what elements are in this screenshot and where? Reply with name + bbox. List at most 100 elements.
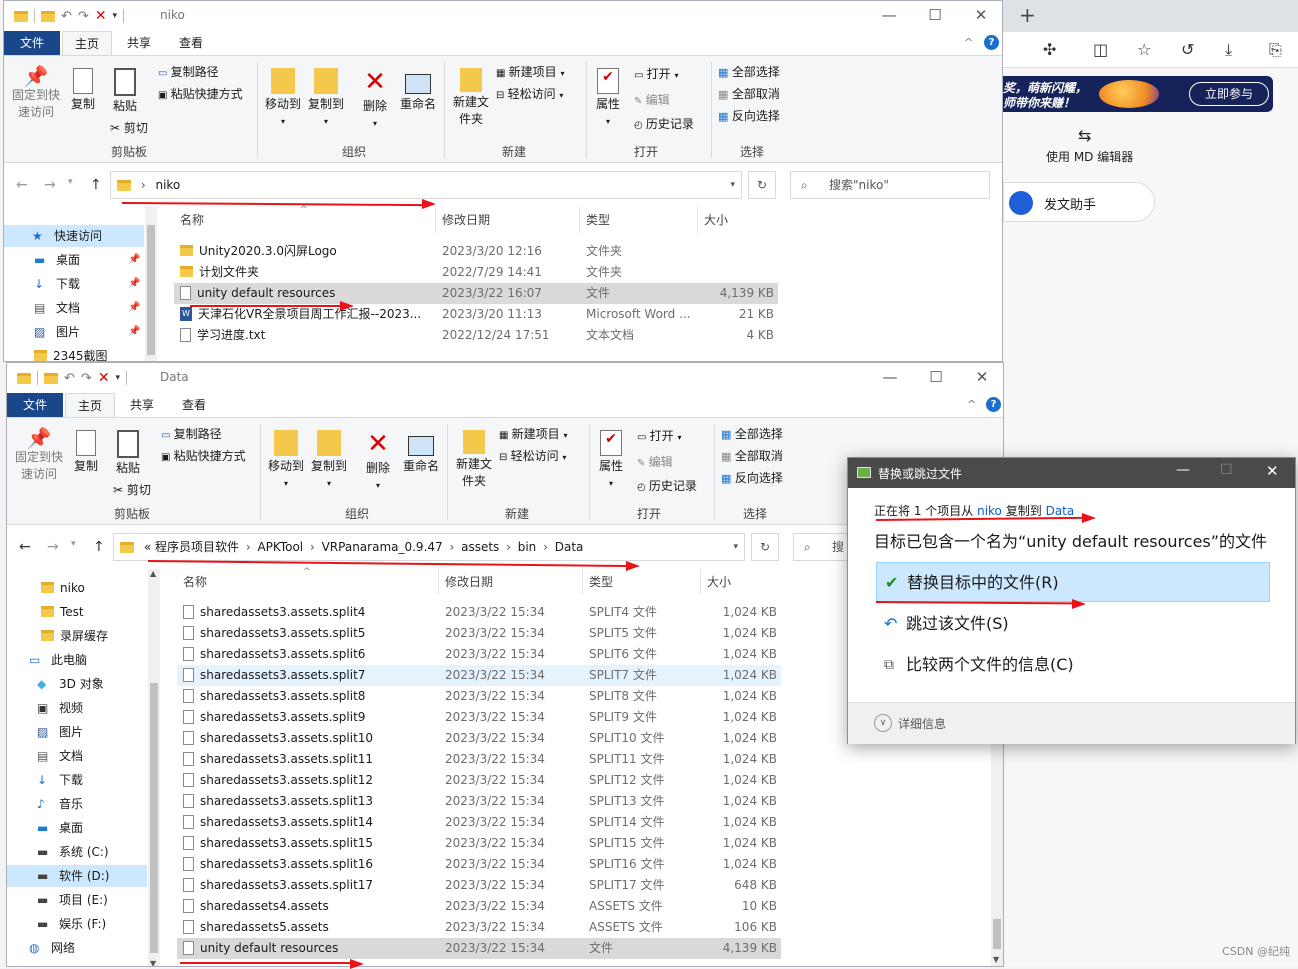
nav-item[interactable]: ★ 快速访问 (4, 225, 144, 247)
address-dropdown-icon[interactable]: ▾ (729, 534, 738, 560)
breadcrumb-item[interactable]: APKTool (257, 540, 303, 554)
file-row[interactable]: sharedassets3.assets.split13 2023/3/22 15… (177, 791, 781, 812)
scroll-up-icon[interactable]: ▲ (150, 569, 156, 578)
cut-button[interactable]: ✂ 剪切 (113, 482, 151, 499)
up-icon[interactable]: ↑ (93, 539, 105, 555)
history-icon[interactable]: ↺ (1181, 40, 1194, 59)
pin-icon[interactable]: 📌 (128, 297, 140, 319)
cut-button[interactable]: ✂ 剪切 (110, 120, 148, 137)
delete-icon[interactable]: ✕ (95, 8, 107, 24)
invert-selection-button[interactable]: ▦ 反向选择 (721, 470, 783, 487)
copy-button[interactable]: 复制 (66, 68, 100, 113)
tab-share[interactable]: 共享 (116, 31, 162, 55)
rename-button[interactable]: 重命名 (398, 68, 438, 113)
paste-shortcut-button[interactable]: ▣ 粘贴快捷方式 (158, 86, 243, 104)
properties-icon[interactable] (41, 10, 55, 22)
refresh-button[interactable]: ↻ (751, 533, 779, 561)
promo-banner[interactable]: 奖，萌新闪耀， 师带你来赚！ 立即参与 (1003, 76, 1273, 112)
new-folder-button[interactable]: 新建文件夹 (453, 430, 495, 490)
nav-item[interactable]: ▬ 桌面 📌 (4, 249, 144, 271)
file-row[interactable]: W 天津石化VR全景项目周工作汇报--2023... 2023/3/20 11:13… (174, 304, 778, 325)
minimize-button[interactable]: — (867, 366, 913, 388)
new-folder-button[interactable]: 新建文件夹 (450, 68, 492, 128)
destination-link[interactable]: Data (1046, 504, 1075, 518)
expand-details-icon[interactable]: ∨ (874, 714, 892, 732)
file-row[interactable]: sharedassets3.assets.split12 2023/3/22 15… (177, 770, 781, 791)
file-row[interactable]: sharedassets3.assets.split16 2023/3/22 15… (177, 854, 781, 875)
file-row[interactable]: sharedassets3.assets.split15 2023/3/22 15… (177, 833, 781, 854)
breadcrumb-chevron-icon[interactable]: › (539, 540, 551, 554)
move-to-button[interactable]: 移动到 ▾ (266, 430, 306, 492)
breadcrumb-item[interactable]: 程序员项目软件 (155, 540, 239, 554)
details-toggle[interactable]: 详细信息 (898, 715, 946, 732)
copy-path-button[interactable]: ▭ 复制路径 (161, 426, 222, 444)
new-tab-icon[interactable]: + (1019, 3, 1036, 27)
copy-button[interactable]: 复制 (69, 430, 103, 475)
breadcrumb-chevron-icon[interactable]: › (242, 540, 254, 554)
scroll-down-icon[interactable]: ▼ (993, 955, 999, 964)
file-row[interactable]: sharedassets3.assets.split10 2023/3/22 15… (177, 728, 781, 749)
forward-icon[interactable]: → (47, 539, 59, 555)
source-link[interactable]: niko (977, 504, 1002, 518)
copy-to-button[interactable]: 复制到 ▾ (306, 68, 346, 130)
scroll-thumb[interactable] (150, 683, 158, 953)
scroll-thumb[interactable] (147, 225, 155, 355)
join-button[interactable]: 立即参与 (1189, 82, 1269, 106)
nav-item[interactable]: ▣ 视频 (7, 697, 147, 719)
nav-item[interactable]: ↓ 下载 📌 (4, 273, 144, 295)
nav-item[interactable]: ▬ 软件 (D:) (7, 865, 147, 887)
history-button[interactable]: ◴ 历史记录 (637, 478, 697, 496)
dialog-maximize-button[interactable]: ☐ (1220, 462, 1233, 478)
undo-icon[interactable]: ↶ (61, 9, 72, 24)
tab-view[interactable]: 查看 (168, 31, 214, 55)
file-row[interactable]: sharedassets5.assets 2023/3/22 15:34 ASSET… (177, 917, 781, 938)
md-switch-icon[interactable]: ⇆ (1078, 126, 1091, 145)
breadcrumb-chevron-icon[interactable]: › (446, 540, 458, 554)
file-row[interactable]: sharedassets3.assets.split11 2023/3/22 15… (177, 749, 781, 770)
breadcrumb-item[interactable]: bin (518, 540, 537, 554)
file-row[interactable]: sharedassets3.assets.split6 2023/3/22 15:… (177, 644, 781, 665)
nav-item[interactable]: niko (7, 577, 147, 599)
select-all-button[interactable]: ▦ 全部选择 (718, 64, 780, 81)
address-field[interactable]: « 程序员项目软件 › APKTool › VRPanarama_0.9.47 … (113, 533, 745, 561)
nav-item[interactable]: ▤ 文档 (7, 745, 147, 767)
history-button[interactable]: ◴ 历史记录 (634, 116, 694, 134)
file-row[interactable]: unity default resources 2023/3/22 15:34 文件… (177, 938, 781, 959)
close-button[interactable]: ✕ (958, 4, 1002, 26)
column-size[interactable]: 大小 (698, 207, 778, 233)
file-row[interactable]: 计划文件夹 2022/7/29 14:41 文件夹 (174, 262, 778, 283)
file-row[interactable]: sharedassets3.assets.split17 2023/3/22 15… (177, 875, 781, 896)
nav-item[interactable]: Test (7, 601, 147, 623)
file-row[interactable]: 学习进度.txt 2022/12/24 17:51 文本文档 4 KB (174, 325, 778, 346)
recent-dropdown-icon[interactable]: ▾ (71, 539, 76, 549)
file-row[interactable]: sharedassets3.assets.split9 2023/3/22 15:… (177, 707, 781, 728)
tab-file[interactable]: 文件 (4, 31, 60, 55)
close-button[interactable]: ✕ (959, 366, 1003, 388)
compare-files-option[interactable]: ⧉ 比较两个文件的信息(C) (876, 645, 1270, 685)
minimize-button[interactable]: — (866, 4, 912, 26)
redo-icon[interactable]: ↷ (81, 371, 92, 386)
address-field[interactable]: › niko ▾ (110, 171, 742, 199)
help-icon[interactable]: ? (984, 35, 999, 50)
delete-icon[interactable]: ✕ (98, 370, 110, 386)
refresh-button[interactable]: ↻ (748, 171, 776, 199)
qat-dropdown-icon[interactable]: ▾ (116, 373, 121, 383)
address-dropdown-icon[interactable]: ▾ (730, 172, 735, 198)
nav-item[interactable]: ▬ 娱乐 (F:) (7, 913, 147, 935)
file-row[interactable]: unity default resources 2023/3/22 16:07 文件… (174, 283, 778, 304)
pin-icon[interactable]: 📌 (128, 249, 140, 271)
tab-file[interactable]: 文件 (7, 393, 63, 417)
help-icon[interactable]: ? (986, 397, 1001, 412)
delete-button[interactable]: ✕ 删除 ▾ (357, 68, 393, 132)
nav-item[interactable]: ◍ 网络 (7, 937, 147, 959)
nav-item[interactable]: ▨ 图片 📌 (4, 321, 144, 343)
nav-item[interactable]: ▤ 文档 📌 (4, 297, 144, 319)
new-item-button[interactable]: ▦ 新建项目 ▾ (496, 64, 565, 82)
collapse-ribbon-icon[interactable]: ^ (967, 398, 976, 411)
nav-item[interactable]: ▬ 系统 (C:) (7, 841, 147, 863)
download-icon[interactable]: ⤓ (1225, 40, 1232, 60)
file-row[interactable]: sharedassets3.assets.split8 2023/3/22 15:… (177, 686, 781, 707)
column-type[interactable]: 类型 (580, 207, 698, 233)
search-input[interactable]: ⌕ 搜索"niko" (790, 171, 990, 199)
copy-path-button[interactable]: ▭ 复制路径 (158, 64, 219, 82)
